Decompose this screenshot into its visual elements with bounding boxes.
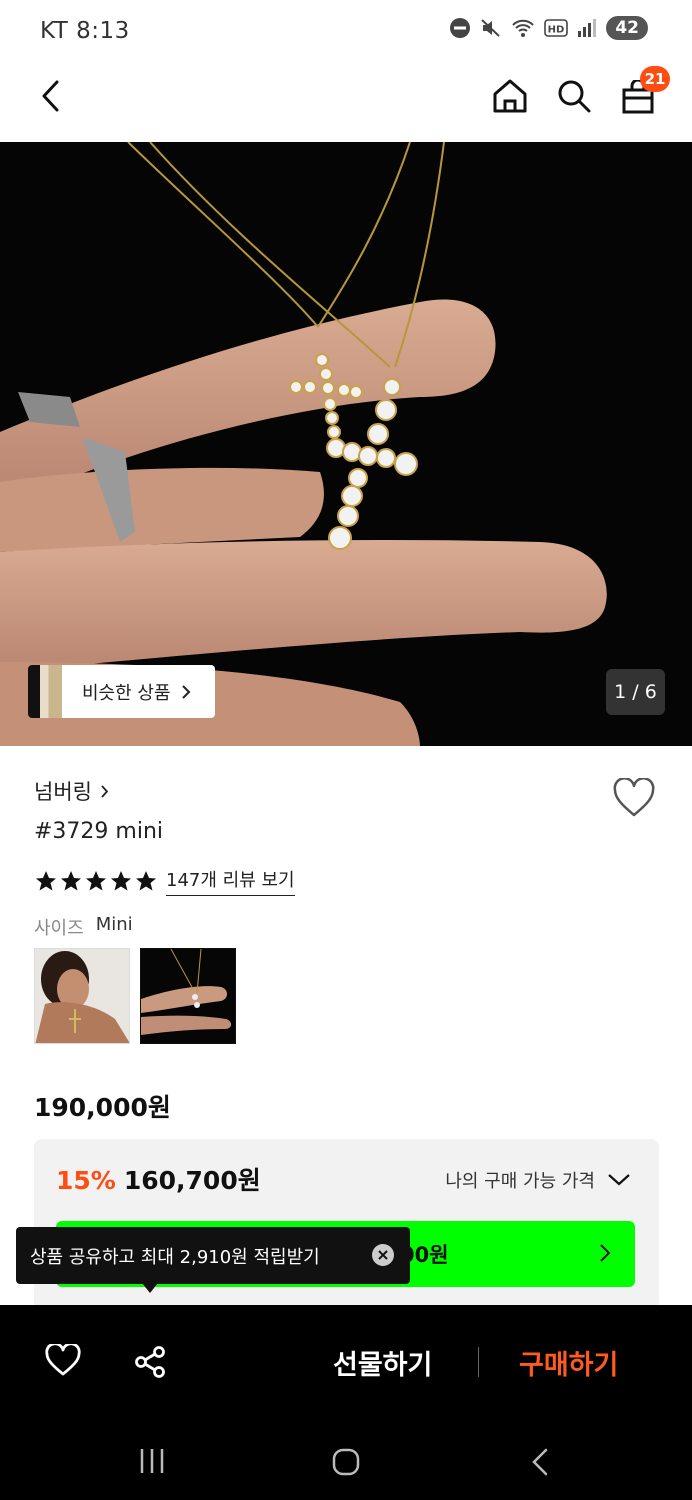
rating-stars [34,869,158,893]
size-row: 사이즈 Mini [34,914,133,940]
similar-products-label: 비슷한 상품 [82,682,171,704]
recent-apps-button[interactable] [132,1445,172,1477]
back-nav-button[interactable] [522,1445,558,1479]
back-nav-icon [532,1448,548,1476]
chevron-right-icon [101,784,109,798]
system-nav-bar [0,1415,692,1500]
hd-icon: HD [544,19,569,37]
similar-products-button[interactable]: 비슷한 상품 [28,665,215,718]
cart-count-badge: 21 [640,66,670,92]
original-price: 190,000원 [34,1093,171,1122]
search-button[interactable] [555,76,593,116]
option-thumbnail-selected[interactable] [140,948,236,1044]
signal-icon [578,19,597,37]
option-thumbnails [34,948,236,1044]
similar-product-thumbnail [28,665,62,718]
home-icon [493,79,527,113]
status-bar: KT 8:13 HD 42 [0,0,692,62]
brand-name: 넘버링 [34,780,92,804]
sale-price: 160,700원 [123,1166,261,1195]
gift-button[interactable]: 선물하기 [333,1343,432,1382]
chevron-down-icon [608,1174,630,1186]
product-title: #3729 mini [34,819,164,844]
search-icon [558,80,591,113]
home-button[interactable] [490,76,530,116]
back-button[interactable] [34,76,66,116]
star-icon [86,871,106,891]
share-reward-tooltip: 상품 공유하고 최대 2,910원 적립받기 [16,1227,410,1284]
brand-link[interactable]: 넘버링 [34,776,109,806]
wifi-icon [512,19,535,37]
model-photo-thumbnail [35,949,129,1043]
heart-outline-icon [613,777,655,817]
home-nav-icon [332,1448,360,1476]
tooltip-close-button[interactable] [372,1244,394,1266]
my-price-toggle[interactable]: 나의 구매 가능 가격 [445,1167,631,1193]
close-icon [378,1250,388,1260]
bottom-wishlist-button[interactable] [45,1342,81,1380]
star-icon [111,871,131,891]
do-not-disturb-icon [450,18,471,38]
recent-apps-icon [140,1449,164,1473]
tooltip-tail [142,1283,158,1293]
necklace-on-hand-photo [0,142,607,746]
rating-row: 147개 리뷰 보기 [34,866,295,896]
status-time: KT 8:13 [40,18,130,44]
buy-button[interactable]: 구매하기 [519,1343,618,1382]
share-icon [135,1346,165,1378]
view-reviews-link[interactable]: 147개 리뷰 보기 [166,866,295,896]
star-icon [61,871,81,891]
status-icons: HD 42 [449,16,648,40]
bottom-action-bar: 선물하기 구매하기 [0,1305,692,1415]
discount-rate: 15% [56,1166,116,1195]
size-label: 사이즈 [34,918,84,939]
chevron-right-icon [181,684,190,699]
product-hero-image[interactable]: 비슷한 상품 1 / 6 [0,142,692,746]
image-page-counter: 1 / 6 [606,669,665,715]
size-value: Mini [95,914,133,935]
wishlist-button[interactable] [612,777,656,822]
hand-photo-thumbnail [141,949,235,1043]
back-arrow-icon [42,80,59,112]
bottom-divider [478,1347,479,1377]
option-thumbnail[interactable] [34,948,130,1044]
svg-text:HD: HD [548,25,565,36]
tooltip-text: 상품 공유하고 최대 2,910원 적립받기 [30,1246,320,1268]
star-icon [36,871,56,891]
discount-row: 15% 160,700원 [56,1161,261,1197]
mute-icon [481,19,501,37]
chevron-right-icon [600,1244,611,1262]
home-nav-button[interactable] [326,1445,366,1479]
my-price-label: 나의 구매 가능 가격 [445,1171,595,1192]
battery-icon: 42 [606,16,648,40]
star-icon [136,871,156,891]
share-button[interactable] [133,1345,167,1383]
heart-outline-icon [45,1342,81,1376]
